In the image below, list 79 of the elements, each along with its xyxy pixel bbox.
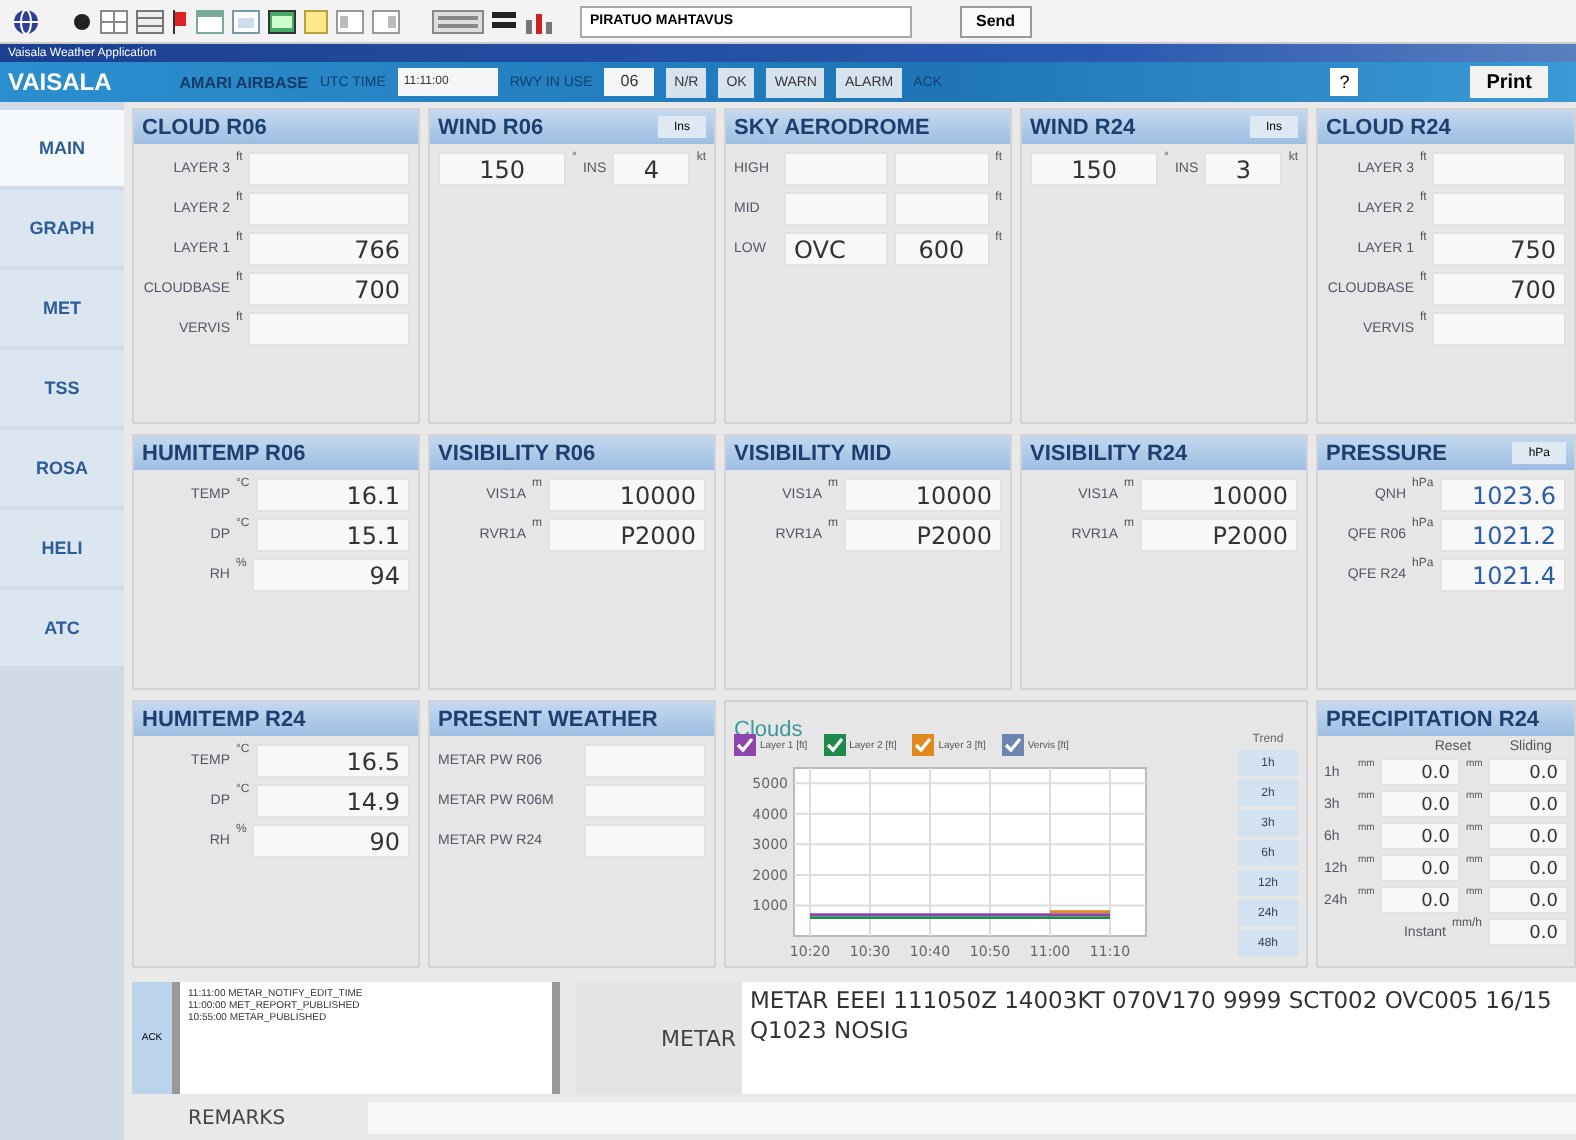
value-field: 15.1 [255,518,410,552]
value-field: 0.0 [1488,790,1568,818]
value-field: 10000 [1140,478,1298,512]
panel-title: HUMITEMP R06 [142,441,306,465]
panel-title: VISIBILITY R06 [438,441,596,465]
value-field: 0.0 [1488,854,1568,882]
panel-title: CLOUD R06 [142,115,267,139]
panel-title: PRESENT WEATHER [438,707,658,731]
sidebar-tab[interactable]: ROSA [0,430,124,506]
sidebar-tab[interactable]: TSS [0,350,124,426]
value-field: 0.0 [1488,918,1568,946]
value-field: 1023.6 [1439,478,1566,512]
legend-checkbox[interactable] [734,734,756,756]
value-field: 90 [252,824,410,858]
speed-field: 3 [1204,152,1283,186]
value-field: 700 [248,272,410,306]
legend-checkbox[interactable] [1001,734,1024,756]
direction-field: 150 [438,152,567,186]
sidebar-tab[interactable]: MAIN [0,110,124,186]
panel-title: SKY AERODROME [734,115,930,139]
height-field: 600 [893,232,990,266]
value-field: 0.0 [1380,822,1460,850]
list-icon[interactable] [492,9,516,33]
value-field: P2000 [844,518,1002,552]
logo-text: VAISALA [8,68,112,96]
panel-title: VISIBILITY R24 [1030,441,1188,465]
runway-field[interactable]: 06 [604,68,655,96]
sidebar-tab[interactable]: ATC [0,590,124,666]
legend-checkbox[interactable] [912,734,935,756]
metar-text: METAR EEEI 111050Z 14003KT 070V170 9999 SCT002 OVC005 16/15 Q1023 NOSIG [742,982,1576,1094]
note-icon[interactable] [304,9,328,33]
panel-title: WIND R24 [1030,115,1136,139]
amount-field: OVC [784,232,888,266]
value-field: 0.0 [1380,758,1460,786]
value-field: 766 [248,232,410,266]
value-field: P2000 [548,518,706,552]
window-icon[interactable] [336,9,364,33]
value-field: 0.0 [1380,790,1460,818]
panel-title: PRECIPITATION R24 [1326,707,1540,731]
value-field: 14.9 [255,784,410,818]
value-field: 0.0 [1488,886,1568,914]
chart-icon[interactable] [524,9,556,33]
print-button[interactable]: Print [1470,66,1548,98]
table-icon[interactable] [136,9,164,33]
panel-icon[interactable] [268,9,296,33]
legend-checkbox[interactable] [823,734,846,756]
sidebar-tab[interactable]: HELI [0,510,124,586]
value-field: 0.0 [1488,822,1568,850]
sidebar-tab[interactable]: MET [0,270,124,346]
value-field: 0.0 [1380,886,1460,914]
globe-icon[interactable] [12,7,40,35]
panel-title: CLOUD R24 [1326,115,1451,139]
speed-field: 4 [612,152,691,186]
value-field: 0.0 [1488,758,1568,786]
direction-field: 150 [1030,152,1159,186]
value-field: 10000 [844,478,1002,512]
panel-title: WIND R06 [438,115,544,139]
value-field: 16.5 [255,744,410,778]
metar-label: METAR [576,982,742,1094]
send-button[interactable]: Send [960,5,1032,37]
value-field: 16.1 [255,478,410,512]
value-field: 700 [1432,272,1566,306]
value-field: 750 [1432,232,1566,266]
panel-title: VISIBILITY MID [734,441,892,465]
help-button[interactable]: ? [1330,68,1359,96]
value-field: 10000 [548,478,706,512]
site-name: AMARI AIRBASE [179,73,308,91]
flag-icon[interactable] [172,9,188,33]
remarks-label: REMARKS [186,1107,288,1129]
value-field: 94 [252,558,410,592]
dot-icon[interactable] [72,11,92,31]
value-field: 1021.2 [1439,518,1566,552]
window-icon[interactable] [372,9,400,33]
value-field: P2000 [1140,518,1298,552]
value-field: 0.0 [1380,854,1460,882]
panel-title: HUMITEMP R24 [142,707,306,731]
value-field: 1021.4 [1439,558,1566,592]
panel-title: PRESSURE [1326,441,1448,465]
sidebar-tab[interactable]: GRAPH [0,190,124,266]
